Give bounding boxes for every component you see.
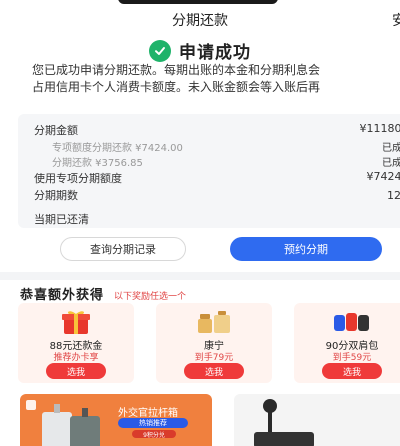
detail-periods: 分期期数 12期 [34, 187, 400, 203]
kitchenware-image [194, 309, 234, 335]
select-reward-button[interactable]: 选我 [46, 363, 106, 379]
detail-used: 使用专项分期额度 ¥7424.0 [34, 170, 400, 186]
lamp-image [254, 399, 314, 446]
reward-card-3[interactable]: 90分双肩包 到手59元 选我 [294, 303, 400, 383]
detail-special-status: 已成功 [382, 143, 400, 154]
promo-title: 恭喜额外获得 [20, 288, 105, 303]
detail-cash: 分期还款 ¥3756.85 已成功 [52, 154, 400, 169]
detail-used-value: ¥7424.0 [366, 170, 400, 183]
backpack-image [332, 309, 372, 335]
promo-header: 恭喜额外获得 以下奖励任选一个 [20, 284, 186, 303]
detail-periods-label: 分期期数 [34, 189, 78, 202]
luggage-ad-title: 外交官拉杆箱 [118, 408, 178, 419]
select-reward-button[interactable]: 选我 [322, 363, 382, 379]
reward-tag: 到手79元 [194, 353, 234, 363]
success-banner: 申请成功 [0, 38, 400, 63]
product-ad-banner[interactable] [234, 394, 400, 446]
detail-periods-value: 12期 [387, 189, 400, 202]
reward-tag: 推荐办卡享 [53, 353, 99, 363]
detail-cash-status: 已成功 [382, 158, 400, 169]
description-line-1: 您已成功申请分期还款。每期出账的本金和分期利息会 [32, 63, 321, 77]
luggage-ad-badge: 9积分兑 [132, 430, 176, 439]
reward-card-2[interactable]: 康宁 到手79元 选我 [156, 303, 272, 383]
detail-used-label: 使用专项分期额度 [34, 172, 122, 185]
detail-cash-label: 分期还款 ¥3756.85 [52, 158, 143, 169]
detail-cleared: 当期已还清 [34, 211, 400, 227]
check-circle-icon [149, 39, 171, 62]
description: 您已成功申请分期还款。每期出账的本金和分期利息会 占用信用卡个人消费卡额度。未入… [32, 62, 400, 96]
section-divider [0, 272, 400, 280]
promo-subtitle: 以下奖励任选一个 [114, 292, 187, 302]
luggage-ad-button[interactable]: 热销推荐 [118, 418, 188, 428]
description-line-2: 占用信用卡个人消费卡额度。未入账金额会等入账后再 [32, 80, 321, 94]
detail-total-label: 分期金额 [34, 124, 78, 137]
reward-tag: 到手59元 [332, 353, 372, 363]
detail-special: 专项额度分期还款 ¥7424.00 已成功 [52, 139, 400, 154]
detail-special-label: 专项额度分期还款 ¥7424.00 [52, 143, 183, 154]
page-title: 分期还款 [172, 13, 228, 29]
header-right-action[interactable]: 安 [392, 10, 400, 30]
detail-cleared-label: 当期已还清 [34, 213, 89, 226]
installment-details: 分期金额 ¥11180.8 专项额度分期还款 ¥7424.00 已成功 分期还款… [18, 114, 400, 228]
luggage-image [26, 400, 100, 446]
query-records-button[interactable]: 查询分期记录 [60, 237, 186, 261]
status-bar-notch [118, 0, 278, 4]
success-title: 申请成功 [179, 43, 251, 63]
reserve-installment-button[interactable]: 预约分期 [230, 237, 382, 261]
detail-total-value: ¥11180.8 [359, 122, 400, 135]
detail-total: 分期金额 ¥11180.8 [34, 122, 400, 138]
select-reward-button[interactable]: 选我 [184, 363, 244, 379]
luggage-ad-banner[interactable]: 外交官拉杆箱 热销推荐 9积分兑 [20, 394, 212, 446]
gift-box-image [56, 309, 96, 335]
reward-card-1[interactable]: 88元还款金 推荐办卡享 选我 [18, 303, 134, 383]
